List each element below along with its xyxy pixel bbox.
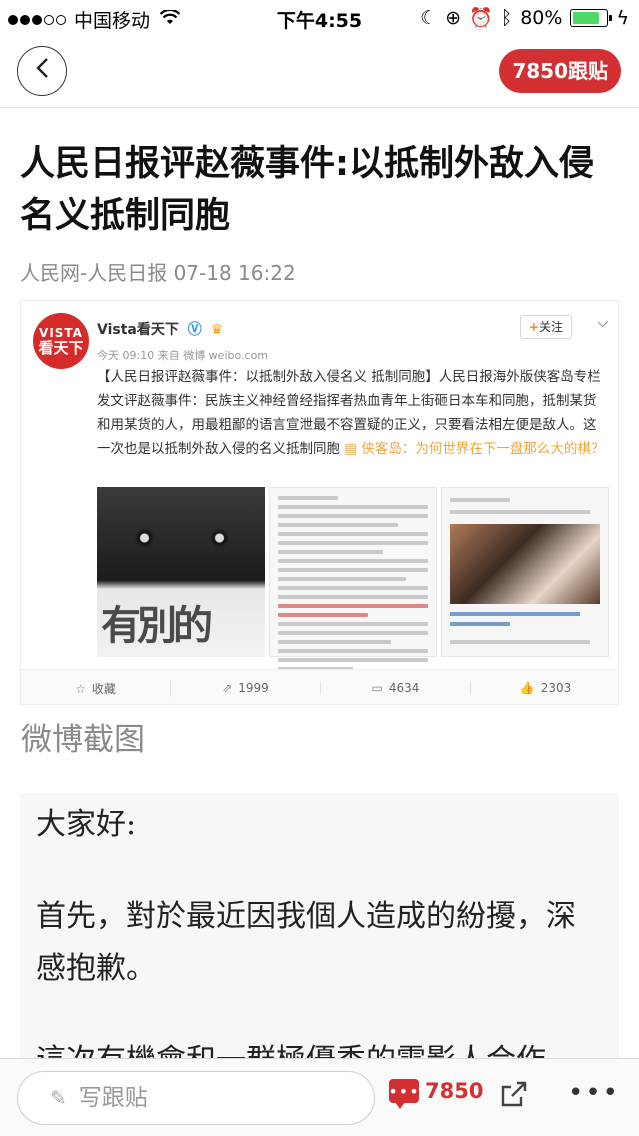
logo-line2: 看天下 — [38, 339, 84, 357]
post-link: ▤ 侠客岛：为何世界在下一盘那么大的棋？ — [344, 441, 605, 457]
comment-bubble-icon: ••• — [388, 1079, 419, 1109]
post-link-text: 侠客岛：为何世界在下一盘那么大的棋？ — [361, 441, 605, 457]
rotation-lock-icon: ⊕ — [445, 6, 462, 29]
bluetooth-icon: ᛒ — [500, 6, 513, 29]
photo — [450, 524, 600, 604]
back-icon — [34, 56, 50, 86]
weibo-screenshot[interactable]: VISTA 看天下 Vista看天下 Ⓥ ♛ 今天 09:10 来自 微博 we… — [20, 300, 619, 705]
post-text: 【人民日报评赵薇事件：以抵制外敌入侵名义 抵制同胞】人民日报海外版侠客岛专栏发文… — [97, 365, 607, 461]
comment-total: 7850 — [425, 1079, 484, 1103]
poster-title: 有別的 — [101, 603, 213, 649]
statement-line: 大家好: — [36, 807, 137, 842]
comment-icon: ▭ — [371, 681, 383, 695]
bottom-toolbar: ✎ 写跟贴 ••• 7850 ••• — [0, 1058, 639, 1136]
battery-icon — [570, 8, 613, 27]
follow-label: 关注 — [538, 320, 563, 334]
plus-icon: + — [528, 320, 539, 334]
chevron-down-icon: ⌵ — [597, 315, 608, 331]
status-right: ☾ ⊕ ⏰ ᛒ 80% ϟ — [420, 6, 629, 30]
comment-count: 4634 — [388, 681, 420, 695]
share-icon[interactable] — [498, 1079, 530, 1111]
comments-button[interactable]: ••• 7850 — [388, 1079, 484, 1109]
comment-action: ▭ 4634 — [321, 681, 471, 695]
account-name-row: Vista看天下 Ⓥ ♛ — [97, 319, 223, 339]
vip-icon: ♛ — [210, 322, 224, 338]
account-avatar: VISTA 看天下 — [33, 313, 89, 369]
post-time-source: 今天 09:10 来自 微博 weibo.com — [97, 349, 269, 362]
pen-icon: ✎ — [50, 1086, 67, 1110]
movie-poster-image: 有別的 — [97, 487, 265, 657]
repost-count: 1999 — [238, 681, 269, 695]
reply-count-button[interactable]: 7850跟贴 — [499, 49, 621, 93]
battery-fill — [573, 11, 600, 24]
top-nav: 7850跟贴 — [0, 36, 639, 108]
favorite-label: 收藏 — [91, 681, 116, 696]
repost-icon: ⇗ — [222, 681, 233, 695]
poster-eyes — [107, 527, 257, 549]
like-count: 2303 — [540, 681, 572, 695]
post-action-bar: ☆ 收藏 ⇗ 1999 ▭ 4634 👍 2303 — [21, 669, 618, 704]
status-bar: 中国移动 下午4:55 ☾ ⊕ ⏰ ᛒ 80% ϟ — [0, 0, 639, 36]
moon-icon: ☾ — [420, 6, 438, 29]
statement-image[interactable]: 大家好: 首先，對於最近因我個人造成的紛擾，深感抱歉。 這次有機會和一群極優秀的… — [20, 793, 619, 1063]
like-action: 👍 2303 — [471, 681, 618, 695]
follow-button: +关注 — [519, 315, 572, 339]
comment-input[interactable]: ✎ 写跟贴 — [17, 1071, 375, 1125]
repost-action: ⇗ 1999 — [171, 681, 321, 695]
back-button[interactable] — [17, 46, 67, 96]
post-images: 有別的 — [97, 487, 609, 671]
article-title: 人民日报评赵薇事件:以抵制外敌入侵名义抵制同胞 — [20, 144, 594, 236]
star-icon: ☆ — [75, 681, 86, 696]
more-icon[interactable]: ••• — [568, 1077, 618, 1109]
charging-icon: ϟ — [616, 6, 629, 29]
battery-percent: 80% — [520, 6, 563, 29]
like-icon: 👍 — [519, 681, 535, 695]
article-meta: 人民网-人民日报 07-18 16:22 — [20, 261, 296, 285]
account-name: Vista看天下 — [97, 322, 179, 338]
image-caption: 微博截图 — [21, 722, 145, 758]
verified-icon: Ⓥ — [187, 322, 202, 338]
weibo-post-image — [269, 487, 437, 671]
statement-line: 首先，對於最近因我個人造成的紛擾，深感抱歉。 — [36, 899, 576, 986]
favorite-action: ☆ 收藏 — [21, 679, 171, 697]
comment-placeholder: 写跟贴 — [78, 1085, 148, 1111]
couple-photo-image — [441, 487, 609, 657]
alarm-icon: ⏰ — [469, 7, 493, 29]
